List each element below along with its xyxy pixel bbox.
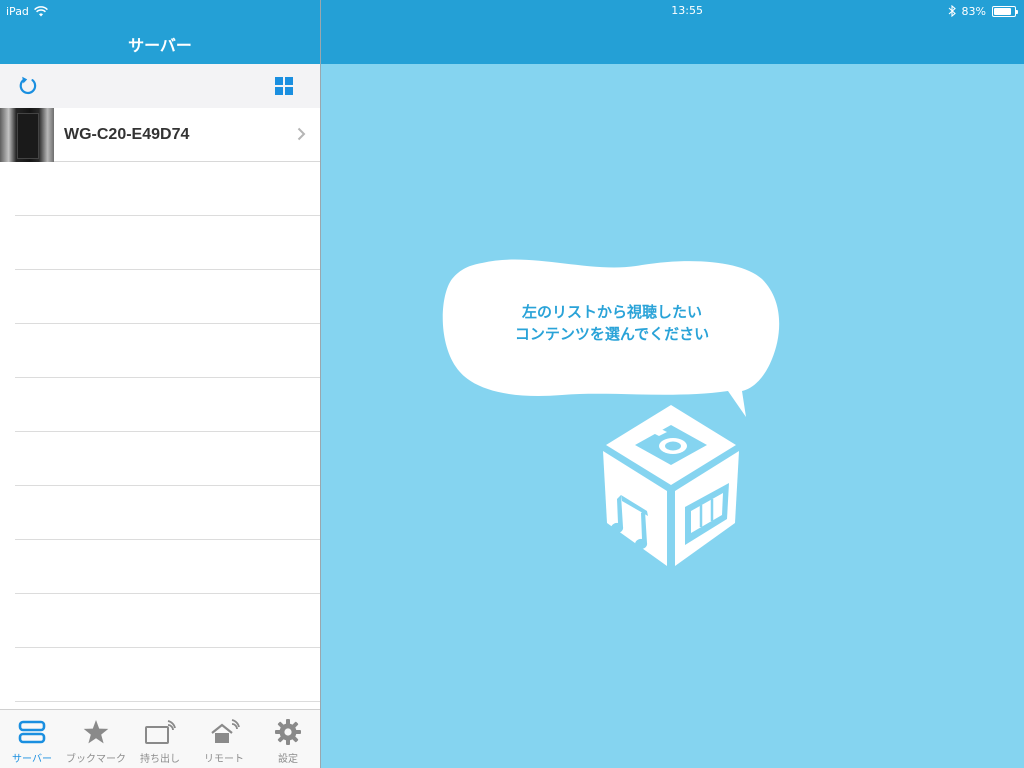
- speech-bubble: 左のリストから視聴したい コンテンツを選んでください: [442, 255, 782, 420]
- detail-panel: 13:55 83% 左のリストから視聴したい コンテンツを選んでください: [321, 0, 1024, 768]
- status-bar-left: iPad: [6, 3, 48, 19]
- instruction-line-2: コンテンツを選んでください: [514, 325, 710, 343]
- tab-remote[interactable]: リモート: [192, 710, 256, 768]
- tab-label: リモート: [204, 754, 244, 765]
- empty-row: [15, 270, 320, 324]
- instruction-message: 左のリストから視聴したい コンテンツを選んでください: [442, 301, 782, 345]
- server-name: WG-C20-E49D74: [64, 125, 190, 143]
- status-bar-right: 83%: [948, 3, 1018, 19]
- empty-row: [15, 540, 320, 594]
- server-row[interactable]: WG-C20-E49D74: [0, 107, 320, 162]
- remote-icon: [211, 719, 240, 743]
- tab-bookmark[interactable]: ブックマーク: [64, 710, 128, 768]
- takeout-icon: [145, 720, 176, 744]
- empty-row: [15, 594, 320, 648]
- refresh-button[interactable]: [14, 72, 42, 100]
- empty-row: [15, 378, 320, 432]
- grid-icon: [275, 77, 293, 95]
- bluetooth-icon: [948, 5, 956, 17]
- device-name: iPad: [6, 4, 29, 18]
- tab-label: 持ち出し: [140, 754, 180, 765]
- status-time: 13:55: [671, 4, 703, 17]
- tab-label: ブックマーク: [66, 754, 126, 765]
- media-cube-illustration: [603, 405, 739, 566]
- empty-row: [15, 324, 320, 378]
- tab-bar: サーバー ブックマーク 持ち出し リモート 設定: [0, 709, 320, 768]
- tab-takeout[interactable]: 持ち出し: [128, 710, 192, 768]
- battery-percent: 83%: [961, 4, 986, 18]
- empty-row: [15, 162, 320, 216]
- grid-view-button[interactable]: [270, 72, 298, 100]
- battery-icon: [992, 5, 1018, 17]
- left-nav-bar: iPad サーバー: [0, 0, 320, 64]
- right-nav-bar: 13:55 83%: [321, 0, 1024, 64]
- page-title: サーバー: [128, 36, 192, 55]
- tab-server[interactable]: サーバー: [0, 710, 64, 768]
- empty-row: [15, 648, 320, 702]
- tab-label: 設定: [278, 754, 298, 765]
- app-screen: iPad サーバー WG-C20-E49D74 サーバー ブックマーク 持ち出し…: [0, 0, 1024, 768]
- server-list-panel: iPad サーバー WG-C20-E49D74 サーバー ブックマーク 持ち出し…: [0, 0, 320, 768]
- battery-level: [994, 7, 1011, 15]
- empty-row: [15, 216, 320, 270]
- empty-row: [15, 432, 320, 486]
- list-toolbar: [0, 64, 320, 108]
- server-icon: [18, 720, 46, 744]
- refresh-icon: [19, 76, 37, 95]
- wifi-icon: [33, 5, 48, 16]
- star-icon: [83, 720, 109, 744]
- server-list: WG-C20-E49D74: [0, 107, 320, 702]
- instruction-line-1: 左のリストから視聴したい: [521, 303, 702, 321]
- server-thumbnail: [0, 107, 54, 162]
- gear-icon: [275, 719, 301, 745]
- chevron-right-icon: [297, 127, 306, 141]
- empty-row: [15, 486, 320, 540]
- tab-label: サーバー: [12, 754, 52, 765]
- tab-settings[interactable]: 設定: [256, 710, 320, 768]
